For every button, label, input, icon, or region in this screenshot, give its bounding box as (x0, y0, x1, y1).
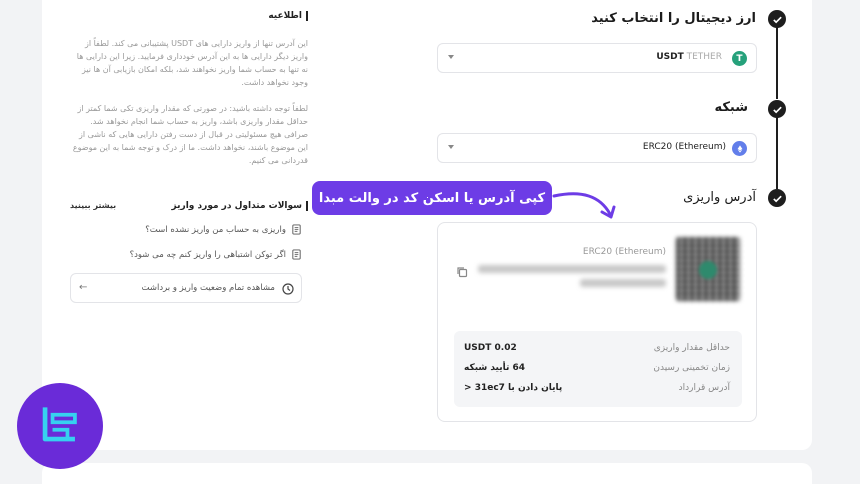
tether-coin-icon: T (732, 51, 747, 66)
step-connector (776, 27, 778, 99)
notice-title: اطلاعیه (268, 11, 308, 21)
notice-paragraph-2: لطفاً توجه داشته باشید: در صورتی که مقدا… (72, 104, 308, 165)
faq-item[interactable]: واریزی به حساب من واریز نشده است؟ (145, 224, 302, 235)
qr-logo (699, 261, 717, 279)
deposit-address-line[interactable] (478, 265, 666, 273)
step3-check-icon (768, 189, 786, 207)
ethereum-coin-icon (732, 141, 747, 156)
deposit-info-box: حداقل مقدار واریزی USDT 0.02 زمان تخمینی … (454, 331, 742, 407)
step2-check-icon (768, 100, 786, 118)
copy-icon[interactable] (456, 263, 468, 278)
faq-title: سوالات متداول در مورد واریز (172, 201, 308, 211)
arrow-left-icon: ← (79, 282, 88, 293)
info-row-min: حداقل مقدار واریزی USDT 0.02 (464, 343, 730, 353)
faq-item[interactable]: اگر توکن اشتباهی را واریز کنم چه می شود؟ (130, 249, 302, 260)
step-currency-title: ارز دیجیتال را انتخاب کنید (591, 11, 756, 26)
currency-select[interactable]: T USDT TETHER (437, 43, 757, 73)
network-select-label: ERC20 (Ethereum) (642, 142, 726, 152)
tradingfinder-logo-icon (42, 407, 77, 442)
see-more-link[interactable]: بیشتر ببینید (70, 201, 116, 210)
step-address-title: آدرس واریزی (683, 190, 756, 205)
notice-paragraph-1: این آدرس تنها از واریز دارایی های USDT پ… (76, 39, 308, 87)
history-icon (281, 281, 295, 295)
info-row-time: زمان تخمینی رسیدن 64 تأیید شبکه (464, 363, 730, 373)
step1-check-icon (768, 10, 786, 28)
step-connector (776, 117, 778, 189)
deposit-withdraw-status-button[interactable]: مشاهده تمام وضعیت واریز و برداشت ← (70, 273, 302, 303)
step-network-title: شبکه (714, 100, 748, 115)
address-network-label: ERC20 (Ethereum) (582, 247, 666, 257)
network-select[interactable]: ERC20 (Ethereum) (437, 133, 757, 163)
deposit-address-line[interactable] (580, 279, 666, 287)
info-row-contract[interactable]: آدرس قرارداد پایان دادن با 31ec7 < (464, 383, 730, 397)
callout-arrow-icon (552, 192, 616, 219)
document-icon (292, 224, 301, 235)
currency-select-label: USDT TETHER (656, 52, 722, 62)
copy-address-callout: کپی آدرس یا اسکن کد در والت مبدا (312, 181, 552, 215)
chevron-left-icon: < (464, 383, 472, 393)
chevron-down-icon (448, 145, 454, 149)
chevron-down-icon (448, 55, 454, 59)
brand-logo (17, 383, 103, 469)
secondary-panel (42, 463, 812, 484)
document-icon (292, 249, 301, 260)
deposit-address-card: ERC20 (Ethereum) حداقل مقدار واریزی USDT … (437, 222, 757, 422)
